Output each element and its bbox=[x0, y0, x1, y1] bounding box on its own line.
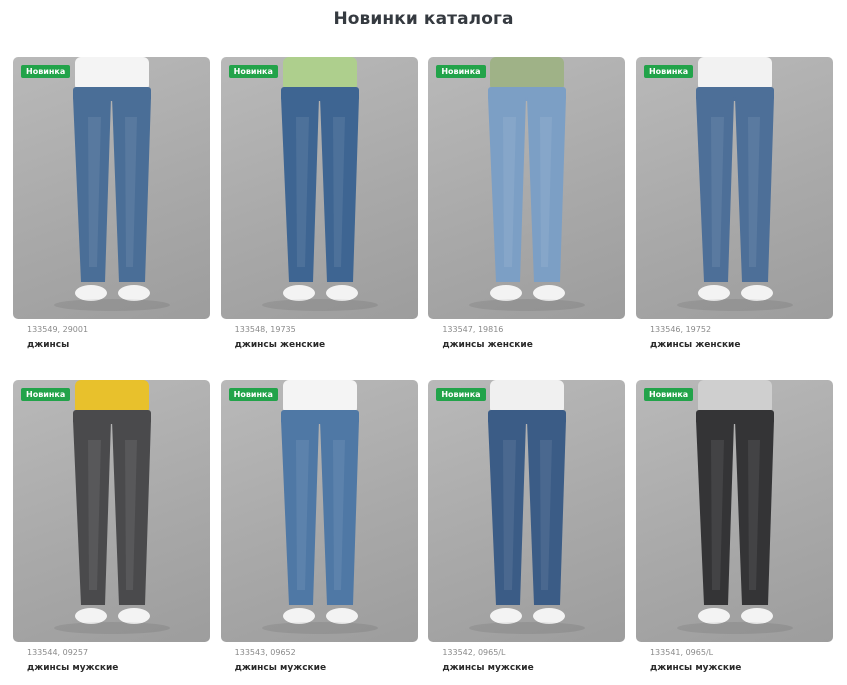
product-photo[interactable]: Новинка bbox=[428, 57, 626, 319]
product-photo[interactable]: Новинка bbox=[635, 57, 833, 319]
product-photo[interactable]: Новинка bbox=[220, 57, 418, 319]
product-name[interactable]: джинсы мужские bbox=[27, 663, 118, 673]
product-photo[interactable]: Новинка bbox=[13, 57, 210, 319]
product-image bbox=[261, 57, 378, 311]
product-sku: 133546, 19752 bbox=[649, 325, 712, 334]
new-badge: Новинка bbox=[643, 388, 694, 401]
product-sku: 133548, 19735 bbox=[234, 325, 296, 334]
new-badge: Новинка bbox=[21, 388, 71, 401]
new-badge: Новинка bbox=[436, 388, 486, 401]
new-badge: Новинка bbox=[228, 388, 278, 401]
product-name[interactable]: джинсы мужские bbox=[650, 663, 741, 673]
product-name[interactable]: джинсы bbox=[27, 340, 69, 350]
product-image bbox=[676, 57, 793, 311]
product-name[interactable]: джинсы женские bbox=[650, 340, 741, 350]
product-sku: 133549, 29001 bbox=[27, 325, 89, 334]
product-card[interactable]: Новинка 133543, 09652 джинсы мужские bbox=[220, 380, 418, 685]
product-image bbox=[469, 380, 586, 634]
product-image bbox=[54, 380, 170, 634]
new-badge: Новинка bbox=[436, 65, 486, 78]
product-sku: 133547, 19816 bbox=[442, 325, 504, 334]
product-card[interactable]: Новинка 133548, 19735 джинсы женские bbox=[220, 57, 418, 380]
product-name[interactable]: джинсы мужские bbox=[235, 663, 326, 673]
product-photo[interactable]: Новинка bbox=[13, 380, 210, 642]
product-sku: 133541, 0965/L bbox=[649, 648, 714, 657]
new-badge: Новинка bbox=[21, 65, 71, 78]
product-image bbox=[261, 380, 378, 634]
product-name[interactable]: джинсы мужские bbox=[442, 663, 533, 673]
product-card[interactable]: Новинка 133541, 0965/L джинсы мужские bbox=[635, 380, 833, 685]
new-badge: Новинка bbox=[643, 65, 694, 78]
product-card[interactable]: Новинка 133542, 0965/L джинсы мужские bbox=[428, 380, 626, 685]
product-sku: 133544, 09257 bbox=[27, 648, 89, 657]
product-photo[interactable]: Новинка bbox=[635, 380, 833, 642]
product-photo[interactable]: Новинка bbox=[220, 380, 418, 642]
product-card[interactable]: Новинка 133544, 09257 джинсы мужские bbox=[13, 380, 210, 685]
product-image bbox=[676, 380, 793, 634]
product-sku: 133543, 09652 bbox=[234, 648, 296, 657]
product-name[interactable]: джинсы женские bbox=[235, 340, 326, 350]
catalog-page: Новинки каталога Новинка 133549, 29001 д… bbox=[0, 0, 847, 685]
product-grid: Новинка 133549, 29001 джинсы Новинка 133… bbox=[13, 57, 833, 685]
product-card[interactable]: Новинка 133547, 19816 джинсы женские bbox=[428, 57, 626, 380]
product-name[interactable]: джинсы женские bbox=[442, 340, 533, 350]
section-title: Новинки каталога bbox=[333, 9, 514, 29]
product-card[interactable]: Новинка 133549, 29001 джинсы bbox=[13, 57, 210, 380]
product-image bbox=[469, 57, 586, 311]
product-image bbox=[54, 57, 170, 311]
product-photo[interactable]: Новинка bbox=[428, 380, 626, 642]
product-card[interactable]: Новинка 133546, 19752 джинсы женские bbox=[635, 57, 833, 380]
product-sku: 133542, 0965/L bbox=[442, 648, 506, 657]
new-badge: Новинка bbox=[228, 65, 278, 78]
